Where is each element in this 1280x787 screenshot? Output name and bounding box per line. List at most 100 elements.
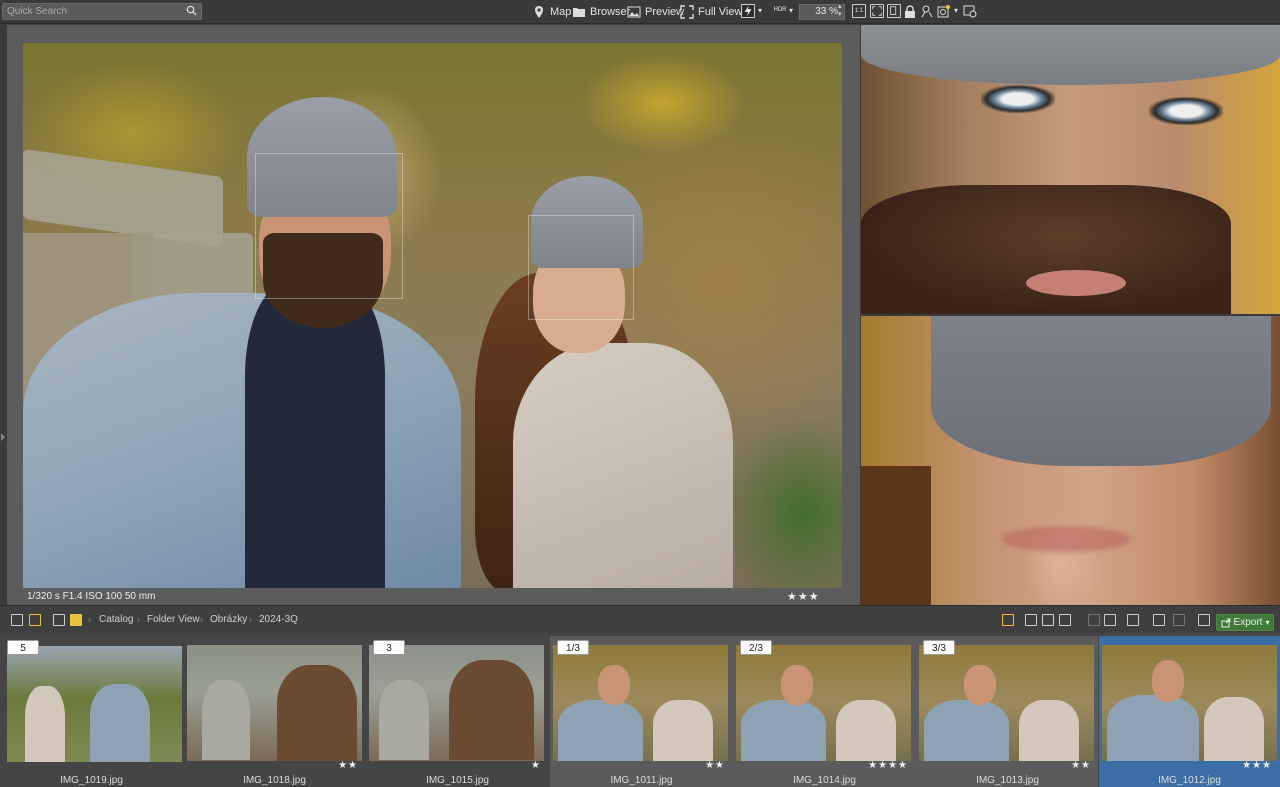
zoom-1to1-icon[interactable]: 1:1 — [852, 4, 866, 18]
thumbnail-rating: ★★ — [1071, 760, 1091, 771]
settings-icon[interactable] — [963, 4, 977, 18]
folder-icon — [573, 8, 585, 17]
zoom-man-eye-left — [981, 85, 1055, 113]
thumbnail-filename: IMG_1013.jpg — [976, 775, 1039, 786]
focus-icon[interactable] — [936, 4, 952, 20]
share-icon[interactable] — [1198, 614, 1210, 626]
browser-button[interactable]: Browser — [572, 4, 630, 20]
thumbnail-filename: IMG_1018.jpg — [243, 775, 306, 786]
thumbnail-card-selected[interactable]: ★★★ IMG_1012.jpg — [1099, 636, 1280, 787]
folder-icon[interactable] — [70, 614, 82, 626]
zoom-panel-man[interactable] — [861, 25, 1280, 314]
thumbnail-rating: ★★★★ — [868, 760, 908, 771]
hdr-dropdown-icon[interactable]: ▾ — [789, 6, 793, 15]
new-folder-icon[interactable] — [1042, 614, 1054, 626]
thumbnail-filename: IMG_1019.jpg — [60, 775, 123, 786]
hdr-label: HDR — [773, 7, 787, 13]
view-mode-icon[interactable] — [11, 614, 23, 626]
fit-icon[interactable] — [870, 4, 884, 18]
preview-label: Preview — [645, 6, 685, 18]
export-label: Export — [1233, 617, 1263, 628]
thumbnail-filename: IMG_1015.jpg — [426, 775, 489, 786]
stack-position-badge: 3/3 — [923, 640, 955, 655]
thumbnail-rating: ★ — [531, 760, 541, 771]
woman-coat — [513, 343, 733, 588]
flash-icon[interactable] — [741, 4, 755, 18]
folder-up-icon[interactable] — [53, 614, 65, 626]
zoom-man-beard — [861, 185, 1231, 314]
photo-rating[interactable]: ★★★ — [787, 590, 820, 603]
hdr-icon[interactable]: HDR — [770, 4, 790, 18]
thumbnail-filename: IMG_1012.jpg — [1158, 775, 1221, 786]
focus-dropdown-icon[interactable]: ▾ — [954, 6, 958, 15]
breadcrumb-folder-view[interactable]: Folder View — [147, 614, 200, 625]
map-pin-icon — [535, 6, 543, 18]
split-icon[interactable] — [887, 4, 901, 18]
expand-left-icon[interactable] — [1, 433, 5, 441]
exif-info: 1/320 s F1.4 ISO 100 50 mm — [27, 591, 156, 602]
quick-search-input[interactable]: Quick Search — [2, 3, 202, 20]
thumbnail-card[interactable]: 1/3 ★★ IMG_1011.jpg — [550, 636, 733, 787]
filter-icon[interactable] — [1153, 614, 1165, 626]
stack-position-badge: 1/3 — [557, 640, 589, 655]
thumbnail-filename: IMG_1011.jpg — [610, 775, 673, 786]
zoom-man-lips — [1026, 270, 1126, 296]
zoom-man-beanie — [861, 25, 1280, 85]
preview-area: 1/320 s F1.4 ISO 100 50 mm ★★★ — [7, 25, 860, 605]
fullview-label: Full View — [698, 6, 743, 18]
quick-search-placeholder: Quick Search — [7, 6, 68, 17]
import-icon[interactable] — [1002, 614, 1014, 626]
filmstrip: 5 IMG_1019.jpg ★★ IMG_1018.jpg 3 ★ IMG_1… — [0, 633, 1280, 787]
thumbnail-card[interactable]: ★★ IMG_1018.jpg — [183, 636, 366, 787]
stack-count-badge: 3 — [373, 640, 405, 655]
thumbnail-rating: ★★ — [705, 760, 725, 771]
map-label: Map — [550, 6, 572, 18]
copy-icon[interactable] — [1059, 614, 1071, 626]
image-icon — [627, 6, 641, 18]
breadcrumb-bar: › Catalog › Folder View › Obrázky › 2024… — [0, 605, 1280, 633]
zoom-man-eye-right — [1149, 97, 1223, 125]
man-face-focus-box — [255, 153, 403, 299]
main-photo[interactable] — [23, 43, 842, 588]
zoom-panel-woman[interactable] — [861, 316, 1280, 605]
browser-label: Browser — [590, 6, 631, 18]
thumbnail-card[interactable]: 2/3 ★★★★ IMG_1014.jpg — [733, 636, 916, 787]
delete-icon[interactable] — [1025, 614, 1037, 626]
compare-icon[interactable] — [920, 4, 934, 18]
man-sweater — [245, 283, 385, 588]
man-denim-jacket — [23, 293, 461, 588]
preview-button[interactable]: Preview — [627, 4, 684, 20]
fullview-icon — [680, 5, 694, 19]
thumbnail-rating: ★★ — [338, 760, 358, 771]
zoom-value: 33 % — [815, 6, 838, 17]
search-icon[interactable] — [186, 5, 197, 16]
thumbnail-card[interactable]: 5 IMG_1019.jpg — [0, 636, 183, 787]
zoom-woman-hair — [861, 466, 931, 605]
stack-position-badge: 2/3 — [740, 640, 772, 655]
lock-icon[interactable] — [904, 5, 916, 18]
thumbnail-card[interactable]: 3 ★ IMG_1015.jpg — [366, 636, 549, 787]
export-icon — [1221, 618, 1231, 627]
export-button[interactable]: Export ▾ — [1216, 614, 1274, 631]
thumbnail-card[interactable]: 3/3 ★★ IMG_1013.jpg — [916, 636, 1099, 787]
top-toolbar: Quick Search Map Browser Preview Full Vi… — [0, 0, 1280, 24]
sync-icon[interactable] — [29, 614, 41, 626]
woman-face-focus-box — [528, 215, 634, 320]
thumbnail-filename: IMG_1014.jpg — [793, 775, 856, 786]
select-icon[interactable] — [1104, 614, 1116, 626]
rotate-icon[interactable] — [1088, 614, 1100, 626]
zoom-woman-lips — [1001, 526, 1131, 552]
zoom-woman-beanie — [931, 316, 1271, 466]
breadcrumb-obrazky[interactable]: Obrázky — [210, 614, 247, 625]
sort-icon[interactable] — [1173, 614, 1185, 626]
flash-dropdown-icon[interactable]: ▾ — [758, 6, 762, 15]
zoom-stepper[interactable]: ▴ ▾ — [838, 3, 842, 19]
stack-count-badge: 5 — [7, 640, 39, 655]
fullview-button[interactable]: Full View — [680, 4, 742, 20]
thumbnail-rating: ★★★ — [1242, 760, 1272, 771]
breadcrumb-catalog[interactable]: Catalog — [99, 614, 133, 625]
left-panel-strip[interactable] — [0, 25, 7, 605]
breadcrumb-2024-3q[interactable]: 2024-3Q — [259, 614, 298, 625]
color-label-icon[interactable] — [1127, 614, 1139, 626]
map-button[interactable]: Map — [532, 4, 571, 20]
